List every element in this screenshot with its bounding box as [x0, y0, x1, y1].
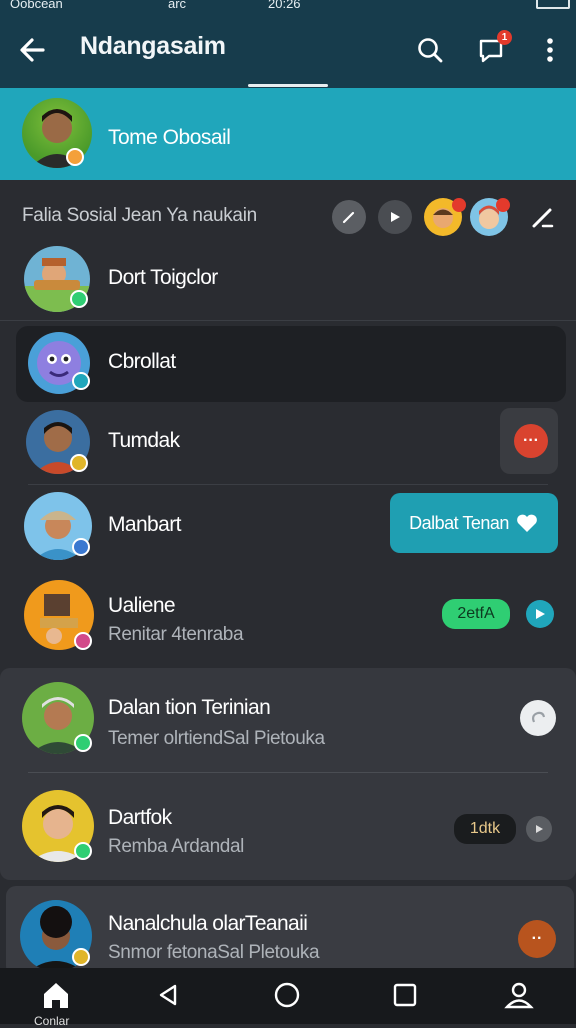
contact-name: Nanalchula olarTeanaii [108, 912, 308, 935]
more-action-button[interactable]: ··· [514, 424, 548, 458]
play-icon[interactable] [526, 816, 552, 842]
bubble-text: Dalbat Tenan [409, 512, 509, 533]
back-arrow-icon[interactable] [14, 32, 50, 68]
list-item[interactable]: Cbrollat [16, 326, 566, 402]
count-badge: 2etfA [442, 599, 510, 629]
list-item[interactable]: Manbart Dalbat Tenan [0, 486, 576, 566]
status-badge [66, 148, 84, 166]
battery-icon [536, 0, 570, 9]
contact-subtitle: Snmor fetonaSal Pletouka [108, 942, 320, 963]
contact-name: Tumdak [108, 429, 180, 452]
app-bar: Ndangasaim 1 [0, 14, 576, 88]
home-label: Conlar [34, 1014, 70, 1028]
status-badge [74, 632, 92, 650]
selected-contact-banner[interactable]: Tome Obosail [0, 88, 576, 180]
list-item[interactable]: Dartfok Remba Ardandal 1dtk [0, 778, 576, 878]
section-title: Falia Sosial Jean Ya naukain [22, 205, 257, 226]
list-item[interactable]: Tumdak ··· [0, 406, 576, 482]
list-item[interactable]: Nanalchula olarTeanaii Snmor fetonaSal P… [0, 890, 576, 972]
status-badge [70, 454, 88, 472]
status-badge [72, 948, 90, 966]
notification-badge [452, 198, 466, 212]
square-recents-icon[interactable] [388, 980, 422, 1010]
pencil-icon[interactable] [332, 200, 366, 234]
divider [28, 772, 548, 773]
contact-name: Dartfok [108, 806, 172, 829]
message-bubble[interactable]: Dalbat Tenan [390, 493, 558, 553]
chat-icon[interactable]: 1 [472, 30, 512, 68]
navigation-bar: Conlar [0, 968, 576, 1028]
more-action-button[interactable]: ·· [518, 920, 556, 958]
status-badge [72, 372, 90, 390]
circle-home-icon[interactable] [270, 980, 304, 1010]
contact-name: Dalan tion Terinian [108, 696, 271, 719]
person-icon[interactable] [500, 978, 538, 1012]
count-badge: 1dtk [454, 814, 516, 844]
contact-name: Cbrollat [108, 350, 176, 373]
home-icon[interactable] [38, 978, 74, 1012]
contact-subtitle: Renitar 4tenraba [108, 624, 244, 645]
back-icon[interactable] [152, 980, 184, 1010]
list-item[interactable]: Ualiene Renitar 4tenraba 2etfA [0, 566, 576, 666]
status-badge [74, 734, 92, 752]
network-text: arc [168, 0, 187, 11]
play-icon[interactable] [526, 600, 554, 628]
status-badge [74, 842, 92, 860]
refresh-icon[interactable] [520, 700, 556, 736]
divider [0, 320, 576, 321]
section-header: Falia Sosial Jean Ya naukain [0, 180, 576, 244]
list-item[interactable]: Dalan tion Terinian Temer olrtiendSal Pi… [0, 672, 576, 772]
page-title: Ndangasaim [80, 32, 226, 60]
search-icon[interactable] [412, 32, 448, 68]
time-text: 20:26 [268, 0, 301, 11]
edit-icon[interactable] [528, 204, 558, 230]
status-badge [70, 290, 88, 308]
divider [28, 484, 548, 485]
status-badge [72, 538, 90, 556]
contact-name: Dort Toigclor [108, 266, 218, 289]
notification-badge [496, 198, 510, 212]
contact-name: Ualiene [108, 594, 176, 617]
contact-name: Tome Obosail [108, 126, 231, 149]
contact-name: Manbart [108, 513, 181, 536]
more-vert-icon[interactable] [536, 32, 564, 68]
status-bar: Oobcean arc 20:26 [0, 0, 576, 14]
play-icon[interactable] [378, 200, 412, 234]
contact-subtitle: Temer olrtiendSal Pietouka [108, 728, 325, 749]
tab-indicator [248, 84, 328, 87]
contact-subtitle: Remba Ardandal [108, 836, 244, 857]
list-item[interactable]: Dort Toigclor [0, 244, 576, 320]
notification-badge: 1 [497, 30, 512, 45]
heart-icon [516, 514, 537, 532]
carrier-text: Oobcean [10, 0, 63, 11]
